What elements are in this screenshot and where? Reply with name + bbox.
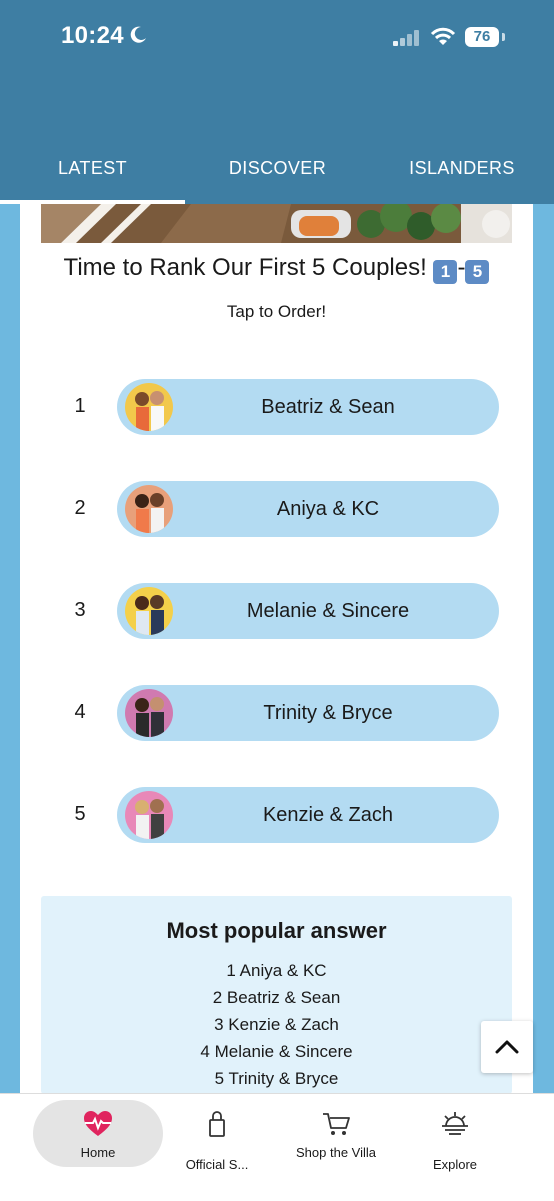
popular-answer-line: 5 Trinity & Bryce [214,1069,339,1088]
quiz-card: Time to Rank Our First 5 Couples! 1-5 Ta… [20,204,533,1094]
quiz-subtitle: Tap to Order! [226,302,327,321]
couple-option-kenzie-zach[interactable]: Kenzie & Zach [117,787,499,843]
title-dash: - [457,254,466,281]
quiz-title: Time to Rank Our First 5 Couples! 1-5 [20,254,533,284]
couple-option-trinity-bryce[interactable]: Trinity & Bryce [117,685,499,741]
most-popular-title: Most popular answer [166,918,387,943]
chevron-up-icon [495,1040,519,1054]
keycap-one-icon: 1 [433,260,458,284]
battery-tip [502,33,505,41]
most-popular-answer-box: Most popular answer 1 Aniya & KC 2 Beatr… [41,896,512,1094]
cart-icon [323,1113,350,1135]
popular-answer-line: 3 Kenzie & Zach [214,1015,339,1034]
tab-latest[interactable]: LATEST [0,150,185,204]
sunset-icon [442,1112,468,1135]
rank-number: 4 [74,701,86,723]
couple-option-melanie-sincere[interactable]: Melanie & Sincere [117,583,499,639]
villa-hero-image [41,204,512,243]
status-bar: 10:24 76 [0,0,554,80]
couple-option-label: Aniya & KC [276,498,380,520]
heart-pulse-icon [84,1111,112,1136]
couple-option-label: Trinity & Bryce [263,702,393,724]
app-header: 10:24 76 LATEST DISCOVER ISLANDERS [0,0,554,204]
couple-option-aniya-kc[interactable]: Aniya & KC [117,481,499,537]
keycap-five-icon: 5 [465,260,490,284]
rank-number: 1 [74,395,86,417]
nav-shop-the-villa[interactable]: Shop the Villa [271,1094,401,1184]
couple-avatar [125,587,173,635]
popular-answer-line: 2 Beatriz & Sean [212,988,341,1007]
nav-official-store[interactable]: Official S... [152,1094,282,1184]
wifi-icon [430,27,456,45]
nav-explore[interactable]: Explore [390,1094,520,1184]
couple-avatar [125,689,173,737]
couple-option-label: Kenzie & Zach [262,804,394,826]
bottom-navigation: Home Official S... Shop the Villa Explor… [0,1093,554,1201]
couple-avatar [125,383,173,431]
tab-islanders[interactable]: ISLANDERS [370,150,554,204]
nav-label: Home [80,1145,116,1160]
rank-number: 2 [74,497,86,519]
battery-indicator: 76 [465,27,499,47]
status-time: 10:24 [61,22,124,49]
couple-option-label: Melanie & Sincere [246,600,410,622]
rank-number: 3 [74,599,86,621]
popular-answer-line: 4 Melanie & Sincere [200,1042,353,1061]
popular-answer-line: 1 Aniya & KC [226,961,327,980]
couple-option-label: Beatriz & Sean [261,396,395,418]
tab-discover[interactable]: DISCOVER [185,150,370,204]
scroll-to-top-button[interactable] [481,1021,533,1073]
tab-bar: LATEST DISCOVER ISLANDERS [0,150,554,204]
nav-label: Official S... [185,1157,249,1172]
moon-icon [130,26,146,43]
couple-option-beatriz-sean[interactable]: Beatriz & Sean [117,379,499,435]
cellular-signal-icon [393,30,419,46]
couple-avatar [125,485,173,533]
nav-home[interactable]: Home [33,1094,163,1184]
nav-label: Shop the Villa [296,1145,376,1160]
nav-label: Explore [432,1157,478,1172]
rank-number: 5 [74,803,86,825]
shopping-bag-icon [209,1111,225,1137]
quiz-title-text: Time to Rank Our First 5 Couples! [63,254,427,281]
couple-avatar [125,791,173,839]
